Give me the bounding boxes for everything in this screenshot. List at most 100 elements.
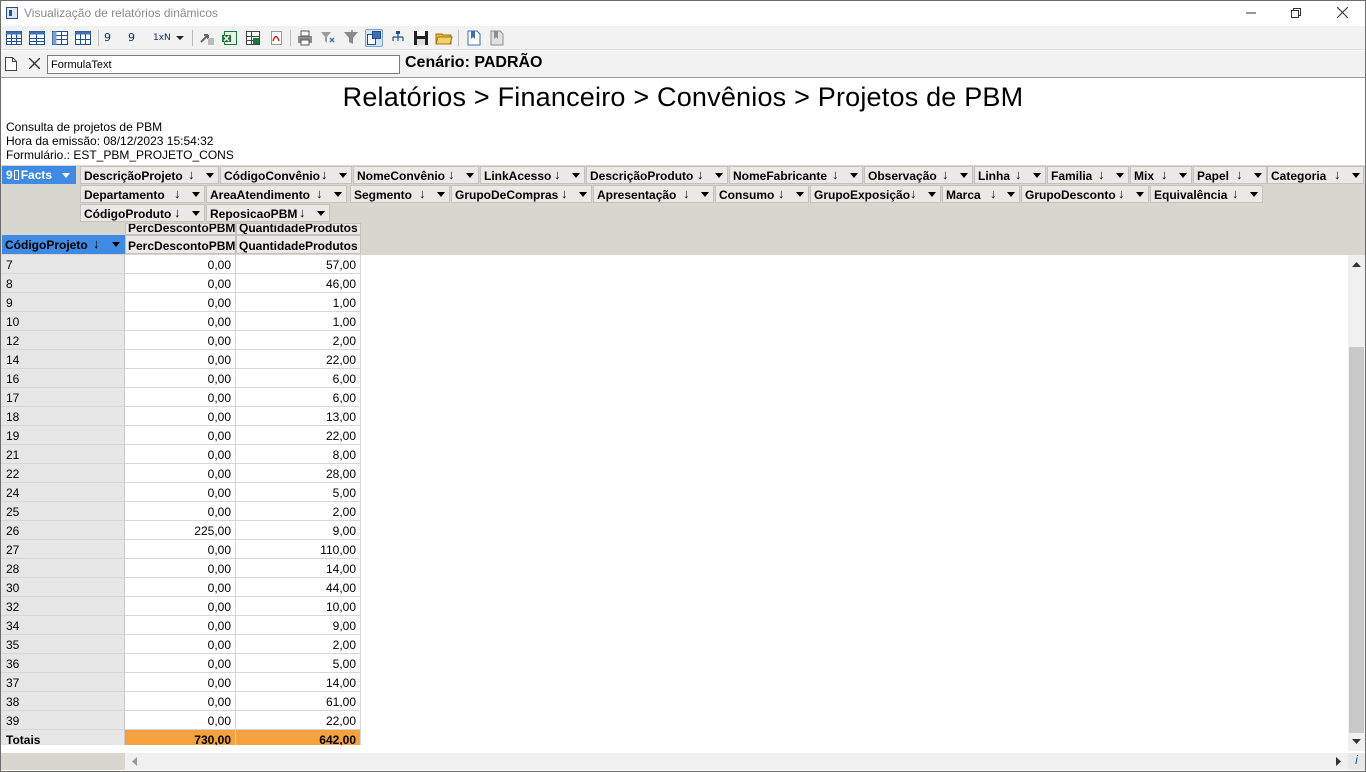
chevron-down-icon[interactable] bbox=[192, 211, 200, 216]
sort-arrow-icon[interactable]: ↓ bbox=[1236, 167, 1243, 182]
sort-arrow-icon[interactable]: ↓ bbox=[174, 205, 181, 220]
cell-perc-desconto[interactable]: 0,00 bbox=[125, 255, 236, 274]
chevron-down-icon[interactable] bbox=[1136, 192, 1144, 197]
row-header-codigo-projeto[interactable]: 25 bbox=[1, 502, 125, 521]
sort-9-0-alt-icon[interactable]: 9 bbox=[128, 31, 135, 44]
totals-label[interactable]: Totais bbox=[1, 730, 125, 745]
cell-perc-desconto[interactable]: 0,00 bbox=[125, 692, 236, 711]
chevron-down-icon[interactable] bbox=[960, 173, 968, 178]
chevron-down-icon[interactable] bbox=[1352, 173, 1360, 178]
chevron-down-icon[interactable] bbox=[1254, 173, 1262, 178]
sort-arrow-icon[interactable]: ↓ bbox=[990, 186, 997, 201]
chevron-down-icon[interactable] bbox=[579, 192, 587, 197]
cell-quantidade[interactable]: 1,00 bbox=[236, 312, 361, 331]
field-apresentacao[interactable]: Apresentação ↓ bbox=[593, 185, 714, 203]
field-codigo-produto[interactable]: CódigoProduto ↓ bbox=[80, 204, 205, 222]
export-grid-icon[interactable] bbox=[244, 29, 262, 47]
new-document-icon[interactable] bbox=[5, 57, 17, 74]
sort-arrow-icon[interactable]: ↓ bbox=[93, 236, 100, 251]
cell-perc-desconto[interactable]: 0,00 bbox=[125, 274, 236, 293]
sort-arrow-icon[interactable]: ↓ bbox=[1232, 186, 1239, 201]
cell-perc-desconto[interactable]: 0,00 bbox=[125, 711, 236, 730]
cell-perc-desconto[interactable]: 0,00 bbox=[125, 597, 236, 616]
hierarchy-icon[interactable] bbox=[389, 29, 407, 47]
scroll-thumb[interactable] bbox=[1349, 347, 1364, 733]
cell-quantidade[interactable]: 2,00 bbox=[236, 502, 361, 521]
chevron-down-icon[interactable] bbox=[1179, 173, 1187, 178]
sort-arrow-icon[interactable]: ↓ bbox=[1334, 167, 1341, 182]
export-excel-icon[interactable] bbox=[221, 29, 239, 47]
field-observacao[interactable]: Observação ↓ bbox=[864, 166, 973, 184]
field-categoria[interactable]: Categoria ↓ bbox=[1267, 166, 1364, 184]
cell-quantidade[interactable]: 22,00 bbox=[236, 711, 361, 730]
row-header-codigo-projeto[interactable]: 32 bbox=[1, 597, 125, 616]
cell-quantidade[interactable]: 44,00 bbox=[236, 578, 361, 597]
row-header-codigo-projeto[interactable]: 38 bbox=[1, 692, 125, 711]
sort-arrow-icon[interactable]: ↓ bbox=[174, 186, 181, 201]
field-familia[interactable]: Familia ↓ bbox=[1047, 166, 1129, 184]
restore-button[interactable] bbox=[1273, 1, 1319, 25]
chevron-down-icon[interactable] bbox=[1007, 192, 1015, 197]
field-link-acesso[interactable]: LinkAcesso ↓ bbox=[480, 166, 585, 184]
chevron-down-icon[interactable] bbox=[466, 173, 474, 178]
measure-header-quantidade[interactable]: QuantidadeProdutos bbox=[236, 235, 361, 254]
field-reposicao-pbm[interactable]: ReposicaoPBM ↓ bbox=[206, 204, 330, 222]
field-papel[interactable]: Papel ↓ bbox=[1193, 166, 1267, 184]
field-descricao-projeto[interactable]: DescriçãoProjeto ↓ bbox=[80, 166, 219, 184]
grid-icon[interactable] bbox=[5, 29, 23, 47]
sort-arrow-icon[interactable]: ↓ bbox=[910, 186, 917, 201]
sort-arrow-icon[interactable]: ↓ bbox=[683, 186, 690, 201]
field-segmento[interactable]: Segmento ↓ bbox=[350, 185, 450, 203]
chevron-down-icon[interactable] bbox=[1250, 192, 1258, 197]
sort-arrow-icon[interactable]: ↓ bbox=[448, 167, 455, 182]
layout-icon[interactable] bbox=[365, 29, 383, 47]
cell-quantidade[interactable]: 22,00 bbox=[236, 350, 361, 369]
chevron-down-icon[interactable] bbox=[572, 173, 580, 178]
cell-quantidade[interactable]: 22,00 bbox=[236, 426, 361, 445]
row-field-codigo-projeto[interactable]: CódigoProjeto ↓ bbox=[2, 235, 125, 254]
sort-9-0-icon[interactable]: 9 bbox=[104, 31, 111, 44]
chevron-down-icon[interactable] bbox=[112, 242, 120, 247]
chevron-down-icon[interactable] bbox=[701, 192, 709, 197]
cell-perc-desconto[interactable]: 0,00 bbox=[125, 502, 236, 521]
facts-button[interactable]: 9 Facts bbox=[2, 166, 76, 184]
sort-arrow-icon[interactable]: ↓ bbox=[1161, 167, 1168, 182]
row-header-codigo-projeto[interactable]: 27 bbox=[1, 540, 125, 559]
cell-perc-desconto[interactable]: 0,00 bbox=[125, 616, 236, 635]
chevron-down-icon[interactable] bbox=[192, 192, 200, 197]
row-header-codigo-projeto[interactable]: 18 bbox=[1, 407, 125, 426]
row-header-codigo-projeto[interactable]: 19 bbox=[1, 426, 125, 445]
cell-quantidade[interactable]: 110,00 bbox=[236, 540, 361, 559]
cell-perc-desconto[interactable]: 0,00 bbox=[125, 559, 236, 578]
field-area-atendimento[interactable]: AreaAtendimento ↓ bbox=[206, 185, 347, 203]
row-header-codigo-projeto[interactable]: 7 bbox=[1, 255, 125, 274]
1xn-icon[interactable]: 1xN bbox=[153, 33, 171, 43]
row-header-codigo-projeto[interactable]: 8 bbox=[1, 274, 125, 293]
sort-arrow-icon[interactable]: ↓ bbox=[419, 186, 426, 201]
table-icon[interactable] bbox=[28, 29, 46, 47]
field-descricao-produto[interactable]: DescriçãoProduto ↓ bbox=[586, 166, 728, 184]
info-corner-icon[interactable]: i bbox=[1348, 753, 1365, 770]
field-nome-fabricante[interactable]: NomeFabricante ↓ bbox=[729, 166, 863, 184]
cell-quantidade[interactable]: 6,00 bbox=[236, 388, 361, 407]
cell-quantidade[interactable]: 57,00 bbox=[236, 255, 361, 274]
cell-perc-desconto[interactable]: 0,00 bbox=[125, 635, 236, 654]
sort-arrow-icon[interactable]: ↓ bbox=[316, 186, 323, 201]
sort-arrow-icon[interactable]: ↓ bbox=[1015, 167, 1022, 182]
cell-perc-desconto[interactable]: 0,00 bbox=[125, 673, 236, 692]
calc-grid-icon[interactable] bbox=[74, 29, 92, 47]
open-folder-icon[interactable] bbox=[435, 29, 453, 47]
chevron-down-icon[interactable] bbox=[62, 173, 70, 178]
row-header-codigo-projeto[interactable]: 9 bbox=[1, 293, 125, 312]
arrow-right-icon[interactable] bbox=[198, 29, 216, 47]
row-header-codigo-projeto[interactable]: 36 bbox=[1, 654, 125, 673]
close-button[interactable] bbox=[1319, 1, 1365, 25]
filter-icon[interactable] bbox=[319, 29, 337, 47]
pivot-icon[interactable] bbox=[51, 29, 69, 47]
field-grupo-de-compras[interactable]: GrupoDeCompras ↓ bbox=[451, 185, 592, 203]
cell-perc-desconto[interactable]: 225,00 bbox=[125, 521, 236, 540]
total-quantidade[interactable]: 642,00 bbox=[236, 730, 361, 745]
cancel-icon[interactable] bbox=[28, 57, 41, 72]
row-header-codigo-projeto[interactable]: 16 bbox=[1, 369, 125, 388]
cell-quantidade[interactable]: 5,00 bbox=[236, 654, 361, 673]
